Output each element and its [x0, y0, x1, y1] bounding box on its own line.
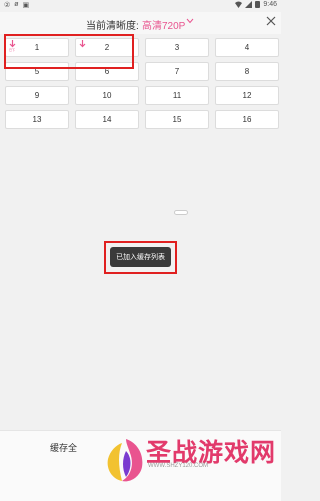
resolution-header: 当前清晰度: 高清720P: [0, 12, 281, 34]
episode-label: 7: [174, 67, 180, 76]
episode-button-9[interactable]: 9: [5, 86, 69, 105]
episode-label: 11: [172, 91, 182, 100]
episode-button-11[interactable]: 11: [145, 86, 209, 105]
watermark-url: WWW.SHZY120.COM: [148, 463, 209, 469]
watermark-logo-icon: [107, 439, 143, 482]
status-bar: ② ø ▣ 9:46: [0, 0, 281, 12]
episode-label: 3: [174, 43, 180, 52]
cache-all-button[interactable]: 缓存全: [50, 441, 77, 454]
wifi-icon: [235, 1, 243, 8]
battery-icon: [255, 1, 261, 8]
episode-label: 9: [34, 91, 40, 100]
resolution-label: 当前清晰度:: [86, 21, 139, 32]
annotation-highlight-episodes: [4, 34, 134, 69]
scroll-indicator[interactable]: [174, 210, 188, 215]
status-time: 9:46: [263, 1, 277, 8]
episode-button-7[interactable]: 7: [145, 62, 209, 81]
signal-icon: [245, 1, 253, 8]
episode-label: 16: [242, 115, 252, 124]
episode-button-14[interactable]: 14: [75, 110, 139, 129]
status-icon: ø: [14, 1, 19, 8]
close-icon[interactable]: [266, 16, 276, 26]
episode-button-4[interactable]: 4: [215, 38, 279, 57]
chevron-down-icon[interactable]: [186, 18, 194, 24]
episode-label: 8: [244, 67, 250, 76]
status-icon: ②: [4, 2, 11, 9]
bottom-bar: 缓存全 圣战游戏网 WWW.SHZY120.COM: [0, 430, 281, 501]
episode-button-3[interactable]: 3: [145, 38, 209, 57]
episode-label: 4: [244, 43, 250, 52]
status-icon: ▣: [22, 2, 30, 9]
episode-label: 14: [102, 115, 112, 124]
episode-label: 13: [32, 115, 42, 124]
episode-label: 12: [242, 91, 252, 100]
episode-button-8[interactable]: 8: [215, 62, 279, 81]
status-left: ② ø ▣: [4, 1, 29, 9]
episode-button-12[interactable]: 12: [215, 86, 279, 105]
resolution-value[interactable]: 高清720P: [142, 17, 185, 32]
episode-button-16[interactable]: 16: [215, 110, 279, 129]
episode-button-13[interactable]: 13: [5, 110, 69, 129]
annotation-highlight-toast: [104, 241, 177, 274]
status-right: 9:46: [235, 1, 277, 8]
episode-label: 10: [102, 91, 112, 100]
episode-button-10[interactable]: 10: [75, 86, 139, 105]
episode-label: 15: [172, 115, 182, 124]
episode-button-15[interactable]: 15: [145, 110, 209, 129]
